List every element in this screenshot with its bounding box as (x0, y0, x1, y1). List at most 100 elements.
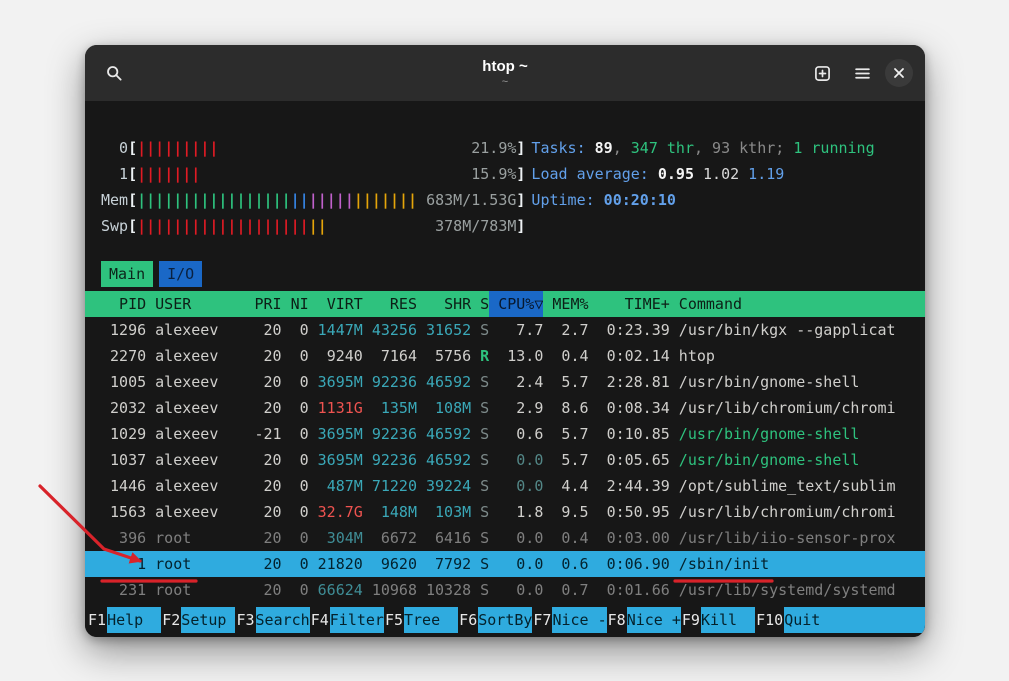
window-title: htop ~ (482, 58, 527, 75)
process-cell-s: S (471, 499, 489, 525)
process-cell-command: /usr/lib/systemd/systemd (679, 577, 909, 603)
process-cell-res: 9620 (363, 551, 417, 577)
fkey-f1[interactable]: F1Help (87, 607, 161, 633)
process-cell-pid: 2270 (101, 343, 146, 369)
process-cell-command: /usr/bin/gnome-shell (679, 447, 909, 473)
process-cell-time: 0:08.34 (589, 395, 670, 421)
process-cell-virt: 487M (309, 473, 363, 499)
htop-terminal: 0[|||||||||21.9%]1[|||||||15.9%]Mem[||||… (85, 101, 925, 637)
process-row-231[interactable]: 231root200666241096810328S0.00.70:01.66/… (85, 577, 925, 603)
process-cell-pri: 20 (245, 395, 281, 421)
process-cell-s: S (471, 577, 489, 603)
process-cell-command: htop (679, 343, 909, 369)
fkey-f8[interactable]: F8Nice + (607, 607, 681, 633)
process-cell-virt: 3695M (309, 369, 363, 395)
column-header-ni[interactable]: NI (282, 291, 309, 317)
close-button[interactable] (885, 59, 913, 87)
process-cell-pid: 1 (101, 551, 146, 577)
process-cell-pid: 1296 (101, 317, 146, 343)
process-row-1037[interactable]: 1037alexeev2003695M9223646592S0.05.70:05… (85, 447, 925, 473)
process-cell-shr: 103M (417, 499, 471, 525)
process-cell-command: /usr/lib/iio-sensor-prox (679, 525, 909, 551)
process-row-2032[interactable]: 2032alexeev2001131G135M108MS2.98.60:08.3… (85, 395, 925, 421)
process-cell-ni: 0 (282, 447, 309, 473)
window-subtitle: ~ (482, 76, 527, 88)
process-cell-pid: 2032 (101, 395, 146, 421)
fkey-f2[interactable]: F2Setup (161, 607, 235, 633)
process-row-1[interactable]: 1root2002182096207792S0.00.60:06.90/sbin… (85, 551, 925, 577)
process-cell-res: 92236 (363, 421, 417, 447)
process-cell-ni: 0 (282, 577, 309, 603)
process-row-1563[interactable]: 1563alexeev20032.7G148M103MS1.89.50:50.9… (85, 499, 925, 525)
process-cell-cpu: 0.0 (489, 551, 543, 577)
process-row-1446[interactable]: 1446alexeev200487M7122039224S0.04.42:44.… (85, 473, 925, 499)
process-cell-pri: 20 (245, 525, 281, 551)
fkey-f3[interactable]: F3Search (235, 607, 309, 633)
process-row-1005[interactable]: 1005alexeev2003695M9223646592S2.45.72:28… (85, 369, 925, 395)
process-cell-cpu: 2.9 (489, 395, 543, 421)
process-cell-shr: 10328 (417, 577, 471, 603)
process-cell-virt: 32.7G (309, 499, 363, 525)
process-cell-pid: 396 (101, 525, 146, 551)
fkey-f9[interactable]: F9Kill (681, 607, 755, 633)
process-cell-time: 0:05.65 (589, 447, 670, 473)
process-cell-s: S (471, 317, 489, 343)
process-cell-shr: 5756 (417, 343, 471, 369)
search-button[interactable] (97, 56, 131, 90)
column-header-shr[interactable]: SHR (417, 291, 471, 317)
column-header-s[interactable]: S (471, 291, 489, 317)
fkey-f4[interactable]: F4Filter (310, 607, 384, 633)
process-cell-user: alexeev (155, 317, 245, 343)
process-cell-mem: 2.7 (543, 317, 588, 343)
new-tab-button[interactable] (805, 56, 839, 90)
column-header-virt[interactable]: VIRT (309, 291, 363, 317)
tab-io[interactable]: I/O (159, 261, 202, 287)
process-cell-command: /usr/bin/gnome-shell (679, 369, 909, 395)
process-cell-user: root (155, 525, 245, 551)
process-cell-res: 43256 (363, 317, 417, 343)
process-cell-virt: 66624 (309, 577, 363, 603)
process-row-396[interactable]: 396root200304M66726416S0.00.40:03.00/usr… (85, 525, 925, 551)
column-header-command[interactable]: Command (679, 291, 909, 317)
process-cell-mem: 0.4 (543, 343, 588, 369)
column-header-time[interactable]: TIME+ (589, 291, 670, 317)
fkey-f6[interactable]: F6SortBy (458, 607, 532, 633)
process-cell-shr: 46592 (417, 369, 471, 395)
menu-button[interactable] (845, 56, 879, 90)
column-header-res[interactable]: RES (363, 291, 417, 317)
process-cell-command: /usr/bin/kgx --gapplicat (679, 317, 909, 343)
process-cell-time: 0:06.90 (589, 551, 670, 577)
process-cell-ni: 0 (282, 421, 309, 447)
process-cell-pid: 1005 (101, 369, 146, 395)
process-cell-cpu: 0.0 (489, 447, 543, 473)
process-cell-shr: 39224 (417, 473, 471, 499)
column-header-cpu[interactable]: CPU%▽ (489, 291, 543, 317)
process-cell-user: root (155, 577, 245, 603)
process-cell-shr: 46592 (417, 421, 471, 447)
window-title-group: htop ~ ~ (482, 58, 527, 88)
process-row-1296[interactable]: 1296alexeev2001447M4325631652S7.72.70:23… (85, 317, 925, 343)
process-cell-time: 0:01.66 (589, 577, 670, 603)
column-header-pri[interactable]: PRI (245, 291, 281, 317)
htop-header: 0[|||||||||21.9%]1[|||||||15.9%]Mem[||||… (85, 135, 925, 239)
fkey-f5[interactable]: F5Tree (384, 607, 458, 633)
column-header-mem[interactable]: MEM% (543, 291, 588, 317)
process-cell-command: /sbin/init (679, 551, 909, 577)
process-cell-mem: 4.4 (543, 473, 588, 499)
process-cell-mem: 5.7 (543, 447, 588, 473)
process-row-1029[interactable]: 1029alexeev-2103695M9223646592S0.65.70:1… (85, 421, 925, 447)
process-cell-mem: 0.4 (543, 525, 588, 551)
meter-cpu1: 1[|||||||15.9%] (101, 161, 525, 187)
process-cell-pri: 20 (245, 577, 281, 603)
fkey-f7[interactable]: F7Nice - (532, 607, 606, 633)
process-cell-s: S (471, 421, 489, 447)
process-row-2270[interactable]: 2270alexeev200924071645756R13.00.40:02.1… (85, 343, 925, 369)
process-cell-time: 0:50.95 (589, 499, 670, 525)
process-cell-user: alexeev (155, 369, 245, 395)
process-cell-mem: 9.5 (543, 499, 588, 525)
tasks-info: Tasks: 89, 347 thr, 93 kthr; 1 running (531, 135, 874, 161)
tab-main[interactable]: Main (101, 261, 153, 287)
column-header-pid[interactable]: PID (101, 291, 146, 317)
column-header-user[interactable]: USER (155, 291, 245, 317)
fkey-f10[interactable]: F10Quit (755, 607, 925, 633)
